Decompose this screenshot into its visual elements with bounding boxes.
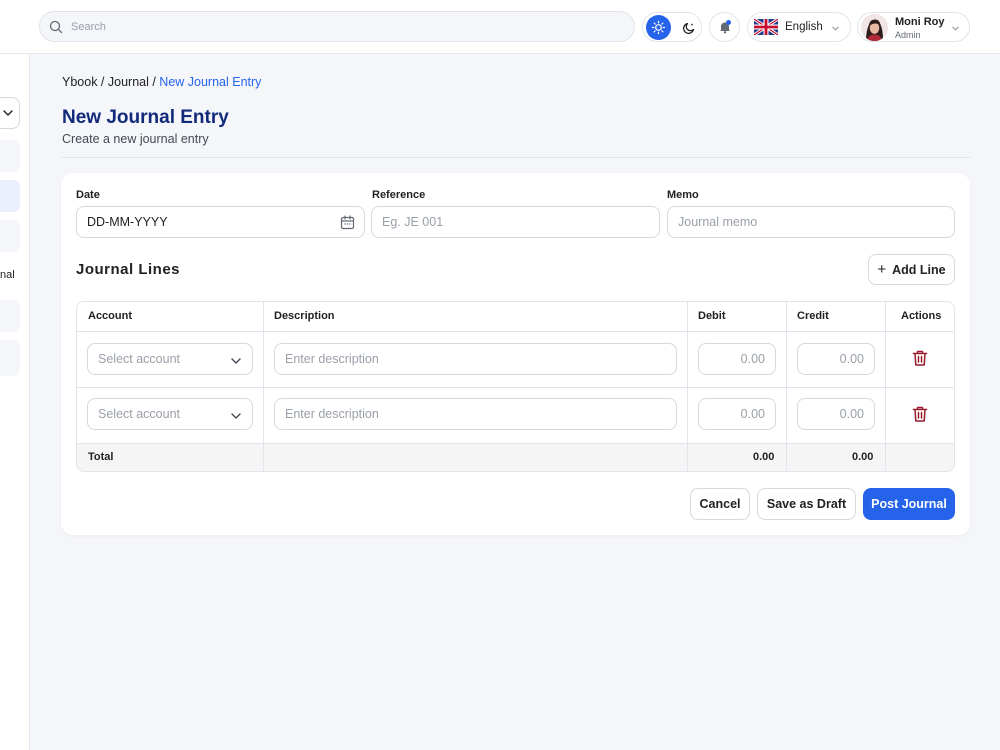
notifications-button[interactable]: [709, 12, 740, 42]
chevron-down-icon: [3, 110, 13, 116]
account-select-placeholder: Select account: [98, 407, 180, 421]
debit-input[interactable]: [709, 352, 765, 366]
chevron-down-icon: [832, 26, 839, 31]
total-row: [77, 443, 954, 471]
description-input[interactable]: [285, 352, 666, 366]
date-input[interactable]: [87, 215, 354, 229]
reference-label: Reference: [372, 189, 426, 201]
trash-icon[interactable]: [911, 349, 929, 367]
column-header-debit: Debit: [698, 310, 726, 322]
row-divider: [77, 387, 954, 388]
memo-field[interactable]: [667, 206, 955, 238]
sidebar-item-3[interactable]: [0, 220, 20, 252]
reference-field[interactable]: [371, 206, 660, 238]
account-select[interactable]: Select account: [87, 398, 253, 430]
theme-toggle[interactable]: [642, 12, 702, 42]
page-subtitle: Create a new journal entry: [62, 132, 209, 146]
save-draft-button[interactable]: Save as Draft: [757, 488, 856, 520]
description-field[interactable]: [274, 343, 677, 375]
chevron-down-icon: [231, 358, 241, 364]
plus-icon: +: [877, 261, 887, 278]
calendar-icon[interactable]: [340, 215, 355, 230]
chevron-down-icon: [231, 413, 241, 419]
credit-field[interactable]: [797, 343, 875, 375]
column-header-account: Account: [88, 310, 132, 322]
add-line-button[interactable]: + Add Line: [868, 254, 955, 285]
moon-icon: [682, 22, 694, 34]
breadcrumb: Ybook / Journal / New Journal Entry: [62, 75, 261, 89]
date-field[interactable]: [76, 206, 365, 238]
breadcrumb-current: New Journal Entry: [159, 75, 262, 89]
light-mode-button[interactable]: [646, 15, 671, 40]
trash-icon[interactable]: [911, 405, 929, 423]
memo-input[interactable]: [678, 215, 944, 229]
breadcrumb-item-journal[interactable]: Journal: [108, 75, 149, 89]
total-credit: 0.00: [852, 451, 874, 463]
debit-field[interactable]: [698, 343, 776, 375]
user-menu[interactable]: Moni Roy Admin: [857, 12, 970, 42]
cancel-button[interactable]: Cancel: [690, 488, 750, 520]
search-icon: [49, 20, 63, 33]
column-header-actions: Actions: [901, 310, 942, 322]
post-journal-button[interactable]: Post Journal: [863, 488, 955, 520]
memo-label: Memo: [667, 189, 699, 201]
sidebar-item-1[interactable]: [0, 140, 20, 172]
search-bar[interactable]: [39, 11, 635, 42]
page-title: New Journal Entry: [62, 107, 229, 128]
notification-dot: [726, 20, 731, 25]
row-divider: [77, 443, 954, 444]
dark-mode-button[interactable]: [676, 15, 701, 40]
sidebar-item-6[interactable]: [0, 340, 20, 376]
account-select[interactable]: Select account: [87, 343, 253, 375]
breadcrumb-separator: /: [148, 75, 160, 89]
search-input[interactable]: [71, 20, 571, 33]
debit-field[interactable]: [698, 398, 776, 430]
credit-field[interactable]: [797, 398, 875, 430]
language-label: English: [785, 21, 823, 33]
sidebar-item-journal-label[interactable]: nal: [0, 269, 15, 281]
journal-lines-title: Journal Lines: [76, 261, 181, 278]
chevron-down-icon: [952, 26, 959, 31]
account-select-placeholder: Select account: [98, 352, 180, 366]
breadcrumb-item-ybook[interactable]: Ybook: [62, 75, 97, 89]
uk-flag-icon: [754, 19, 778, 35]
sun-icon: [651, 20, 666, 35]
sidebar-company-select[interactable]: [0, 97, 20, 129]
total-debit: 0.00: [753, 451, 775, 463]
sidebar-item-5[interactable]: [0, 300, 20, 332]
date-label: Date: [76, 189, 100, 201]
description-field[interactable]: [274, 398, 677, 430]
column-header-credit: Credit: [797, 310, 829, 322]
journal-lines-table: Account Description Debit Credit Actions…: [76, 301, 955, 472]
credit-input[interactable]: [808, 407, 864, 421]
add-line-label: Add Line: [892, 262, 946, 277]
column-header-description: Description: [274, 310, 335, 322]
sidebar: nal: [0, 0, 30, 750]
language-selector[interactable]: English: [747, 12, 851, 42]
user-role: Admin: [895, 30, 921, 40]
row-divider: [77, 331, 954, 332]
topbar: English Moni Roy Admin: [0, 0, 1000, 54]
description-input[interactable]: [285, 407, 666, 421]
avatar: [861, 14, 888, 41]
divider: [62, 157, 970, 158]
breadcrumb-separator: /: [97, 75, 108, 89]
total-label: Total: [88, 451, 114, 463]
journal-entry-form: Date Reference Memo Journal Lines + Add …: [61, 173, 970, 535]
sidebar-item-2[interactable]: [0, 180, 20, 212]
debit-input[interactable]: [709, 407, 765, 421]
credit-input[interactable]: [808, 352, 864, 366]
reference-input[interactable]: [382, 215, 649, 229]
user-name: Moni Roy: [895, 16, 945, 28]
